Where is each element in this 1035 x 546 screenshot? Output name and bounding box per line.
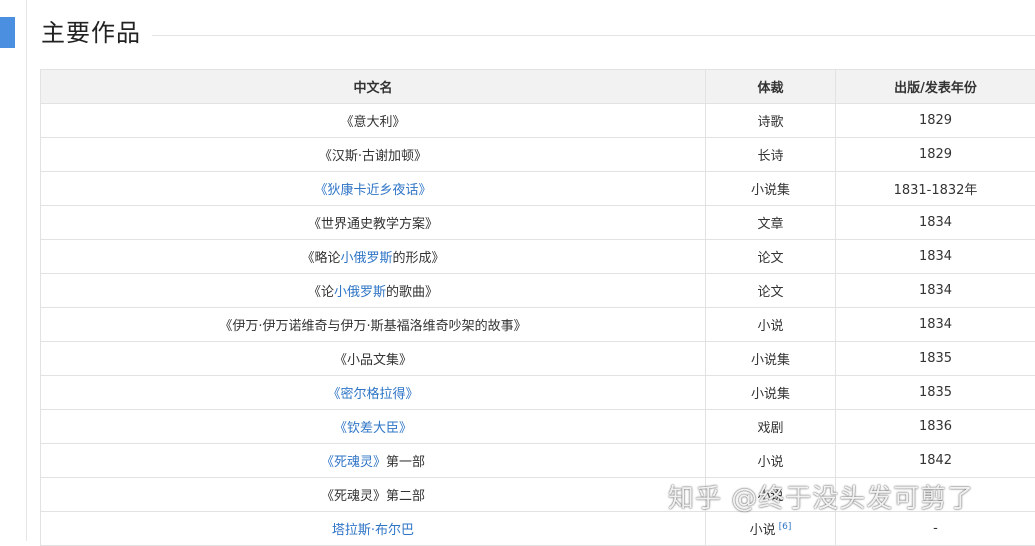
cell-year: 1836: [836, 410, 1035, 444]
cell-year: 1834: [836, 274, 1035, 308]
work-link[interactable]: 小俄罗斯: [334, 285, 386, 300]
section-title: 主要作品: [41, 15, 141, 51]
genre-text: 小说集: [751, 387, 790, 402]
genre-text: 小说集: [751, 353, 790, 368]
cell-genre: 论文: [706, 240, 836, 274]
work-name-text: 《意大利》: [340, 115, 405, 130]
cell-chinese-name: 塔拉斯·布尔巴: [41, 512, 706, 546]
work-name-text: 《死魂灵》第二部: [321, 489, 425, 504]
cell-chinese-name: 《论小俄罗斯的歌曲》: [41, 274, 706, 308]
table-row: 《汉斯·古谢加顿》 长诗 1829: [41, 138, 1035, 172]
cell-chinese-name: 《狄康卡近乡夜话》: [41, 172, 706, 206]
table-row: 《伊万·伊万诺维奇与伊万·斯基福洛维奇吵架的故事》 小说 1834: [41, 308, 1035, 342]
table-row: 《小品文集》 小说集 1835: [41, 342, 1035, 376]
genre-text: 小说: [757, 319, 783, 334]
cell-genre: 小说集: [706, 342, 836, 376]
work-link[interactable]: 小俄罗斯: [340, 251, 392, 266]
cell-year: 1834: [836, 308, 1035, 342]
table-row: 《论小俄罗斯的歌曲》 论文 1834: [41, 274, 1035, 308]
cell-year: 1842: [836, 444, 1035, 478]
section-accent-bar: [0, 17, 15, 48]
work-link[interactable]: 《密尔格拉得》: [327, 387, 418, 402]
work-name-text: 《论: [308, 285, 334, 300]
cell-chinese-name: 《汉斯·古谢加顿》: [41, 138, 706, 172]
cell-genre: 文章: [706, 206, 836, 240]
cell-year: 1834: [836, 206, 1035, 240]
cell-chinese-name: 《略论小俄罗斯的形成》: [41, 240, 706, 274]
cell-genre: 小说[6]: [706, 512, 836, 546]
works-table: 中文名 体裁 出版/发表年份 《意大利》 诗歌 1829 《汉斯·古谢加顿》 长诗 182…: [40, 69, 1035, 546]
table-row: 《死魂灵》第一部 小说 1842: [41, 444, 1035, 478]
genre-text: 长诗: [757, 149, 783, 164]
work-link[interactable]: 塔拉斯·布尔巴: [332, 523, 414, 538]
cell-chinese-name: 《意大利》: [41, 104, 706, 138]
cell-year: 1829: [836, 104, 1035, 138]
cell-genre: 小说集: [706, 376, 836, 410]
cell-chinese-name: 《钦差大臣》: [41, 410, 706, 444]
zhihu-watermark: 知乎 @终于没头发可剪了: [668, 478, 974, 515]
cell-chinese-name: 《密尔格拉得》: [41, 376, 706, 410]
cell-genre: 小说集: [706, 172, 836, 206]
cell-genre: 论文: [706, 274, 836, 308]
work-name-text: 的形成》: [393, 251, 445, 266]
table-header-row: 中文名 体裁 出版/发表年份: [41, 70, 1035, 104]
table-row: 《钦差大臣》 戏剧 1836: [41, 410, 1035, 444]
cell-year: -: [836, 512, 1035, 546]
cell-year: 1835: [836, 342, 1035, 376]
cell-genre: 小说: [706, 444, 836, 478]
work-name-text: 第一部: [386, 455, 425, 470]
cell-genre: 小说: [706, 308, 836, 342]
cell-year: 1835: [836, 376, 1035, 410]
genre-text: 诗歌: [757, 115, 783, 130]
table-row: 《世界通史教学方案》 文章 1834: [41, 206, 1035, 240]
work-name-text: 《伊万·伊万诺维奇与伊万·斯基福洛维奇吵架的故事》: [219, 319, 526, 334]
work-name-text: 《小品文集》: [334, 353, 412, 368]
table-row: 塔拉斯·布尔巴小说[6]-: [41, 512, 1035, 546]
cell-chinese-name: 《世界通史教学方案》: [41, 206, 706, 240]
cell-year: 1831-1832年: [836, 172, 1035, 206]
cell-chinese-name: 《小品文集》: [41, 342, 706, 376]
work-link[interactable]: 《死魂灵》: [321, 455, 386, 470]
cell-year: 1829: [836, 138, 1035, 172]
table-row: 《意大利》 诗歌 1829: [41, 104, 1035, 138]
work-name-text: 的歌曲》: [386, 285, 438, 300]
header-chinese-name: 中文名: [41, 70, 706, 104]
work-link[interactable]: 《狄康卡近乡夜话》: [314, 183, 431, 198]
header-year: 出版/发表年份: [836, 70, 1035, 104]
header-genre: 体裁: [706, 70, 836, 104]
cell-year: 1834: [836, 240, 1035, 274]
cell-genre: 长诗: [706, 138, 836, 172]
genre-text: 小说: [750, 523, 776, 538]
work-name-text: 《汉斯·古谢加顿》: [319, 149, 427, 164]
cell-chinese-name: 《伊万·伊万诺维奇与伊万·斯基福洛维奇吵架的故事》: [41, 308, 706, 342]
cell-chinese-name: 《死魂灵》第二部: [41, 478, 706, 512]
genre-text: 论文: [757, 285, 783, 300]
table-row: 《略论小俄罗斯的形成》 论文 1834: [41, 240, 1035, 274]
section-title-rule: [152, 35, 1035, 36]
cell-chinese-name: 《死魂灵》第一部: [41, 444, 706, 478]
cell-genre: 诗歌: [706, 104, 836, 138]
left-divider: [26, 0, 27, 541]
genre-text: 戏剧: [757, 421, 783, 436]
table-row: 《狄康卡近乡夜话》 小说集 1831-1832年: [41, 172, 1035, 206]
genre-text: 小说: [757, 455, 783, 470]
table-row: 《密尔格拉得》 小说集 1835: [41, 376, 1035, 410]
genre-text: 文章: [757, 217, 783, 232]
citation-ref[interactable]: [6]: [779, 522, 792, 532]
work-link[interactable]: 《钦差大臣》: [334, 421, 412, 436]
work-name-text: 《世界通史教学方案》: [308, 217, 438, 232]
work-name-text: 《略论: [301, 251, 340, 266]
genre-text: 论文: [757, 251, 783, 266]
genre-text: 小说集: [751, 183, 790, 198]
cell-genre: 戏剧: [706, 410, 836, 444]
